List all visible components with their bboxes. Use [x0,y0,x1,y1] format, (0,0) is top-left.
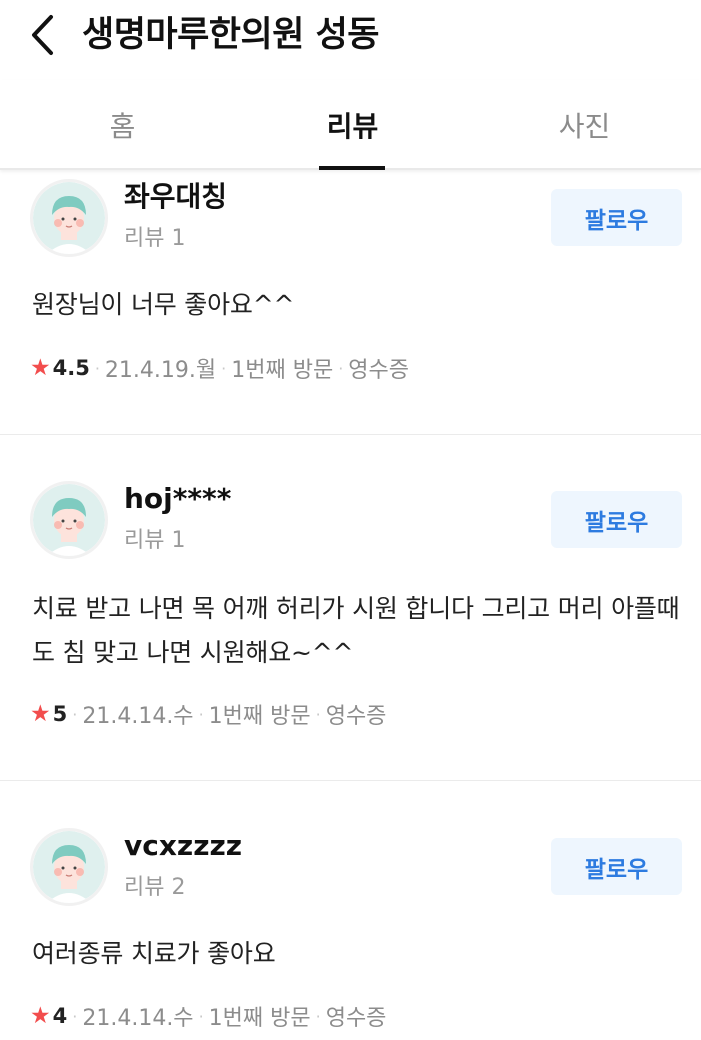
separator-dot: · [315,704,321,724]
review-text: 여러종류 치료가 좋아요 [32,939,276,968]
separator-dot: · [338,358,344,378]
receipt-badge: 영수증 [348,358,410,383]
tab-home[interactable]: 홈 [6,80,239,170]
review-text: 원장님이 너무 좋아요^^ [32,290,295,319]
review-rating: 5 [52,702,68,726]
avatar[interactable] [30,828,108,906]
separator-dot: · [72,1006,78,1026]
tab-reviews[interactable]: 리뷰 [236,80,469,170]
chevron-left-icon [32,15,53,55]
avatar[interactable] [30,481,108,559]
review-count: 리뷰 1 [124,226,186,251]
star-icon: ★ [30,1003,51,1029]
follow-button[interactable]: 팔로우 [551,838,682,895]
review-item: vcxzzzz 리뷰 2 팔로우 여러종류 치료가 좋아요 ★ 4 · 21.4… [0,781,701,1040]
star-icon: ★ [30,701,51,727]
review-meta: ★ 4 · 21.4.14.수 · 1번째 방문 · 영수증 [30,1001,386,1031]
page-title: 생명마루한의원 성동 [82,15,380,55]
receipt-badge: 영수증 [325,1006,387,1031]
separator-dot: · [94,358,100,378]
review-username[interactable]: vcxzzzz [124,829,242,863]
review-text: 치료 받고 나면 목 어깨 허리가 시원 합니다 그리고 머리 아플때도 침 맞… [32,594,680,667]
review-item: 좌우대칭 리뷰 1 팔로우 원장님이 너무 좋아요^^ ★ 4.5 · 21.4… [0,170,701,434]
separator-dot: · [221,358,227,378]
tab-photos[interactable]: 사진 [468,80,701,170]
follow-button[interactable]: 팔로우 [551,189,682,246]
user-avatar-icon [33,484,105,556]
review-date: 21.4.19.월 [104,358,217,383]
separator-dot: · [198,704,204,724]
visit-count: 1번째 방문 [208,704,311,729]
visit-count: 1번째 방문 [231,358,334,383]
review-meta: ★ 5 · 21.4.14.수 · 1번째 방문 · 영수증 [30,699,386,729]
review-username[interactable]: hoj**** [124,482,231,516]
review-date: 21.4.14.수 [82,704,194,729]
follow-button[interactable]: 팔로우 [551,491,682,548]
review-item: hoj**** 리뷰 1 팔로우 치료 받고 나면 목 어깨 허리가 시원 합니… [0,435,701,780]
separator-dot: · [198,1006,204,1026]
tab-bar: 홈 리뷰 사진 [0,80,701,170]
review-username[interactable]: 좌우대칭 [124,180,227,214]
review-date: 21.4.14.수 [82,1006,194,1031]
review-count: 리뷰 1 [124,528,186,553]
header: 생명마루한의원 성동 [0,0,701,80]
visit-count: 1번째 방문 [208,1006,311,1031]
review-rating: 4.5 [52,356,90,380]
separator-dot: · [72,704,78,724]
avatar[interactable] [30,179,108,257]
review-rating: 4 [52,1004,68,1028]
review-count: 리뷰 2 [124,875,186,900]
separator-dot: · [315,1006,321,1026]
review-meta: ★ 4.5 · 21.4.19.월 · 1번째 방문 · 영수증 [30,353,409,383]
user-avatar-icon [33,182,105,254]
active-tab-indicator [319,166,385,170]
star-icon: ★ [30,355,51,381]
receipt-badge: 영수증 [325,704,387,729]
review-list: 좌우대칭 리뷰 1 팔로우 원장님이 너무 좋아요^^ ★ 4.5 · 21.4… [0,170,701,1040]
user-avatar-icon [33,831,105,903]
back-button[interactable] [22,12,62,58]
